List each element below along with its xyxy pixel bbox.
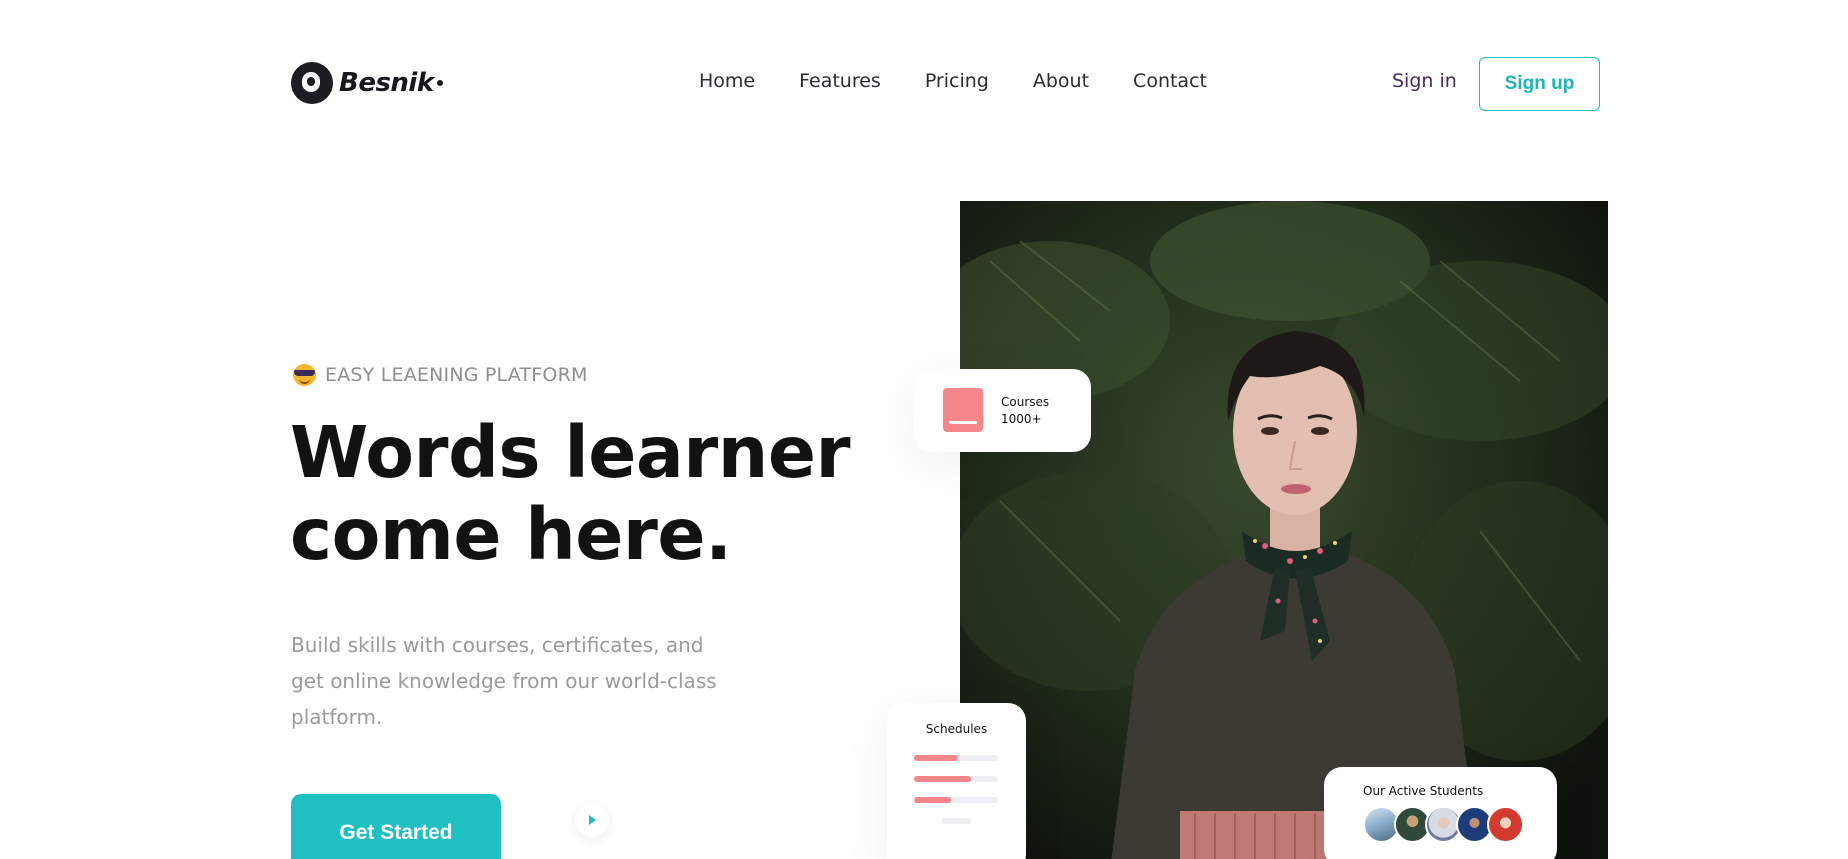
hero-headline: Words learner come here. — [290, 411, 851, 576]
play-icon[interactable] — [575, 803, 609, 837]
nav-pricing[interactable]: Pricing — [925, 70, 989, 92]
nav-features[interactable]: Features — [799, 70, 881, 92]
schedules-card: Schedules — [887, 703, 1026, 859]
courses-count: 1000+ — [1001, 412, 1042, 426]
get-started-button[interactable]: Get Started — [291, 794, 501, 859]
nav-about[interactable]: About — [1033, 70, 1089, 92]
sunglasses-emoji-icon — [293, 364, 316, 386]
active-students-card: Our Active Students — [1324, 767, 1557, 859]
logo-dot — [436, 80, 443, 86]
nav-home[interactable]: Home — [699, 70, 755, 92]
courses-title: Courses — [1001, 395, 1050, 409]
brand-logo[interactable]: Besnik — [291, 62, 443, 104]
avatar[interactable] — [1487, 806, 1524, 843]
hero-eyebrow: EASY LEAENING PLATFORM — [293, 364, 588, 386]
signup-button[interactable]: Sign up — [1479, 57, 1600, 111]
schedules-title: Schedules — [925, 722, 988, 736]
schedule-bar-1 — [914, 755, 998, 761]
main-nav: Home Features Pricing About Contact — [699, 70, 1251, 92]
signin-link[interactable]: Sign in — [1392, 70, 1457, 92]
headline-line-2: come here. — [290, 493, 732, 576]
students-title: Our Active Students — [1363, 784, 1484, 798]
hero-photo — [960, 201, 1608, 859]
book-icon — [943, 388, 983, 432]
hero-description: Build skills with courses, certificates,… — [291, 633, 717, 729]
nav-contact[interactable]: Contact — [1133, 70, 1207, 92]
schedule-bar-2 — [914, 776, 998, 782]
schedule-placeholder-pill — [942, 818, 971, 824]
student-avatars — [1363, 806, 1524, 843]
brand-name: Besnik — [339, 68, 434, 98]
schedule-bar-fill — [914, 776, 972, 782]
eyebrow-text: EASY LEAENING PLATFORM — [325, 364, 588, 386]
schedule-bar-fill — [914, 797, 951, 803]
headline-line-1: Words learner — [290, 411, 851, 494]
schedule-bar-fill — [914, 755, 958, 761]
logo-mark-icon — [291, 62, 333, 104]
schedule-bar-3 — [914, 797, 998, 803]
courses-card: Courses 1000+ — [914, 369, 1091, 452]
